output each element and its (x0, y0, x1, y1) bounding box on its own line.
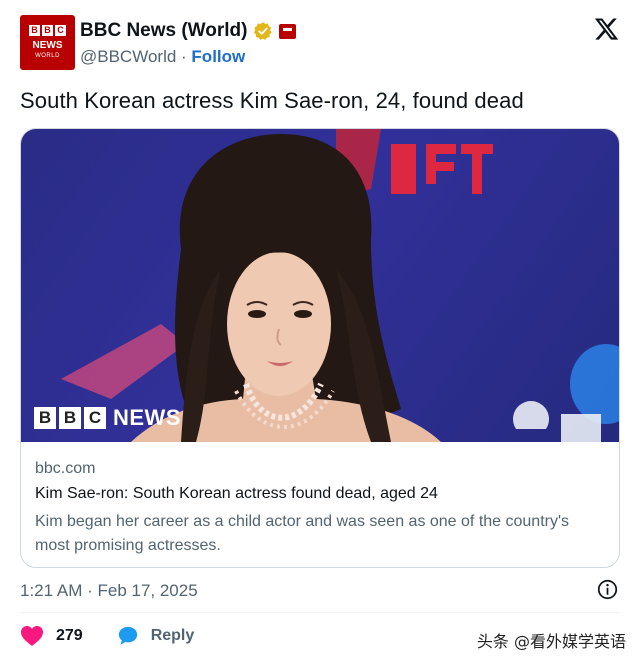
avatar-block-b1: B (29, 25, 40, 36)
reply-button[interactable]: Reply (151, 627, 195, 645)
x-logo-icon[interactable] (593, 16, 620, 42)
card-logo-block-b1: B (34, 407, 56, 429)
tweet-text: South Korean actress Kim Sae-ron, 24, fo… (20, 88, 524, 113)
account-name-row: BBC News (World) (80, 20, 297, 42)
handle-separator: · (176, 47, 192, 66)
watermark: 头条 @看外媒学英语 (476, 632, 626, 651)
card-logo-block-b2: B (59, 407, 81, 429)
card-bbc-news-logo: B B C NEWS (34, 405, 181, 431)
card-logo-block-c: C (84, 407, 106, 429)
divider (20, 612, 620, 613)
avatar-world-text: WORLD (35, 53, 60, 59)
tweet-actions: 279 Reply (20, 625, 194, 647)
card-logo-news-text: NEWS (113, 405, 181, 430)
follow-button[interactable]: Follow (191, 47, 245, 66)
account-handle[interactable]: @BBCWorld (80, 47, 176, 66)
avatar-bbc-blocks: B B C (29, 25, 66, 36)
card-description: Kim began her career as a child actor an… (35, 513, 570, 554)
reply-bubble-icon[interactable] (117, 625, 139, 647)
link-card[interactable]: B B C NEWS bbc.com Kim Sae-ron: South Ko… (20, 128, 620, 568)
card-photo-illustration (61, 129, 619, 442)
handle-row: @BBCWorld · Follow (80, 47, 245, 67)
heart-icon[interactable] (20, 625, 44, 647)
avatar-block-b2: B (42, 25, 53, 36)
avatar-block-c: C (55, 25, 66, 36)
account-name[interactable]: BBC News (World) (80, 20, 247, 42)
affiliation-badge-icon[interactable] (279, 23, 297, 39)
verified-badge-icon[interactable] (253, 21, 273, 41)
like-count[interactable]: 279 (56, 627, 83, 645)
tweet-timestamp[interactable]: 1:21 AM · Feb 17, 2025 (20, 581, 198, 601)
card-domain: bbc.com (35, 460, 96, 477)
account-avatar[interactable]: B B C NEWS WORLD (20, 15, 75, 70)
avatar-news-text: NEWS (32, 40, 63, 51)
card-title[interactable]: Kim Sae-ron: South Korean actress found … (35, 485, 438, 503)
card-image[interactable]: B B C NEWS (21, 129, 619, 442)
info-icon[interactable] (597, 579, 618, 600)
